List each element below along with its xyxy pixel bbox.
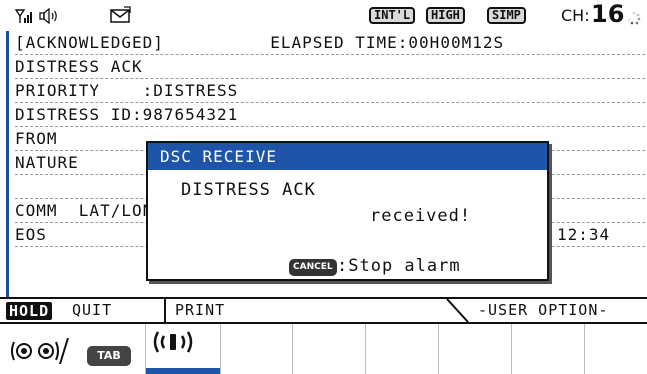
user-option-softkey[interactable]: -USER OPTION- [478, 299, 608, 322]
mode-badge-high: HIGH [426, 7, 465, 24]
dialog-message: DISTRESS ACK [181, 180, 316, 200]
distress-id-line: DISTRESS ID:987654321 [15, 103, 645, 127]
tab-bar: TAB [0, 324, 647, 374]
tab-empty-2[interactable] [293, 324, 366, 374]
selected-tab-indicator [146, 368, 220, 374]
signal-icon [14, 8, 34, 29]
busy-spinner-icon [626, 10, 642, 31]
priority-line: PRIORITY :DISTRESS [15, 79, 645, 103]
header-line: [ACKNOWLEDGED] ELAPSED TIME:00H00M12S [15, 31, 645, 55]
tab-empty-5[interactable] [512, 324, 585, 374]
tab-empty-6[interactable] [585, 324, 647, 374]
dialog-received-text: received! [370, 206, 472, 226]
dialog-title: DSC RECEIVE [148, 143, 547, 170]
tab-broadcast[interactable] [146, 324, 220, 374]
cancel-key-icon[interactable]: CANCEL [289, 259, 337, 276]
channel-value: 16 [591, 0, 625, 28]
mode-badge-intl: INT'L [369, 7, 416, 24]
tab-empty-4[interactable] [439, 324, 512, 374]
softkey-divider [164, 299, 166, 322]
dsc-receive-dialog: DSC RECEIVE DISTRESS ACK received! CANCE… [146, 141, 549, 281]
category-line: DISTRESS ACK [15, 55, 645, 79]
tab-separator [0, 324, 146, 374]
print-softkey[interactable]: PRINT [175, 299, 225, 322]
channel-label: CH: [561, 6, 590, 25]
quit-softkey[interactable]: QUIT [72, 299, 112, 322]
stop-alarm-hint: :Stop alarm [337, 256, 461, 276]
tab-empty-3[interactable] [366, 324, 439, 374]
dsc-screen: INT'L HIGH SIMP CH: 16 [ACKNOWLEDGED] EL… [0, 0, 647, 374]
user-option-tab-edge [446, 299, 469, 322]
broadcast-icon [150, 328, 196, 361]
tab-empty-1[interactable] [220, 324, 293, 374]
status-bar: INT'L HIGH SIMP CH: 16 [0, 0, 647, 30]
envelope-icon [110, 6, 132, 29]
hold-softkey[interactable]: HOLD [6, 302, 53, 320]
speaker-icon [39, 7, 59, 29]
mode-badge-simp: SIMP [487, 7, 526, 24]
softkey-bar: HOLD QUIT PRINT -USER OPTION- [0, 297, 647, 324]
